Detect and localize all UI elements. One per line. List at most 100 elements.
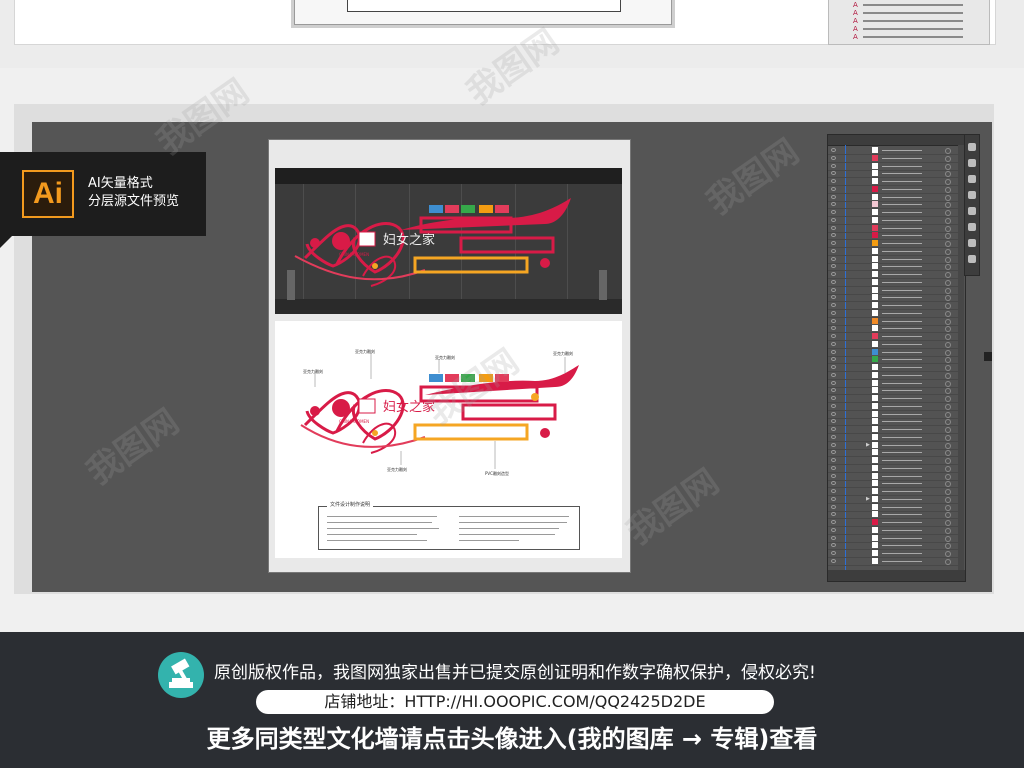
target-circle-icon[interactable] <box>945 365 951 371</box>
visibility-eye-icon[interactable] <box>831 512 836 517</box>
target-circle-icon[interactable] <box>945 287 951 294</box>
target-circle-icon[interactable] <box>945 303 951 309</box>
target-circle-icon[interactable] <box>945 241 951 247</box>
target-circle-icon[interactable] <box>945 148 951 154</box>
target-circle-icon[interactable] <box>945 427 951 433</box>
target-circle-icon[interactable] <box>945 504 951 511</box>
visibility-eye-icon[interactable] <box>831 543 836 548</box>
appearance-icon[interactable] <box>968 239 976 247</box>
layer-row[interactable] <box>828 557 958 566</box>
visibility-eye-icon[interactable] <box>831 504 836 509</box>
visibility-eye-icon[interactable] <box>831 326 836 331</box>
visibility-eye-icon[interactable] <box>831 450 836 455</box>
visibility-eye-icon[interactable] <box>831 496 836 501</box>
target-circle-icon[interactable] <box>945 481 951 488</box>
swatches-icon[interactable] <box>968 143 976 151</box>
layers-panel[interactable]: ▶ ▶ <box>827 134 966 582</box>
expand-arrow-icon[interactable]: ▶ <box>866 496 870 502</box>
target-circle-icon[interactable] <box>945 434 951 441</box>
target-circle-icon[interactable] <box>945 264 951 271</box>
target-circle-icon[interactable] <box>945 551 951 557</box>
target-circle-icon[interactable] <box>945 458 951 464</box>
visibility-eye-icon[interactable] <box>831 171 836 176</box>
visibility-eye-icon[interactable] <box>831 465 836 470</box>
target-circle-icon[interactable] <box>945 186 951 193</box>
target-circle-icon[interactable] <box>945 527 951 534</box>
visibility-eye-icon[interactable] <box>831 334 836 338</box>
visibility-eye-icon[interactable] <box>831 264 836 269</box>
visibility-eye-icon[interactable] <box>831 186 836 191</box>
visibility-eye-icon[interactable] <box>831 295 836 300</box>
visibility-eye-icon[interactable] <box>831 194 836 199</box>
visibility-eye-icon[interactable] <box>831 442 836 447</box>
visibility-eye-icon[interactable] <box>831 310 836 315</box>
stroke-icon[interactable] <box>968 223 976 231</box>
flag-icon[interactable] <box>968 175 976 183</box>
visibility-eye-icon[interactable] <box>831 520 836 524</box>
target-circle-icon[interactable] <box>945 411 951 418</box>
target-circle-icon[interactable] <box>945 341 951 348</box>
target-circle-icon[interactable] <box>945 419 951 426</box>
target-circle-icon[interactable] <box>945 388 951 395</box>
target-circle-icon[interactable] <box>945 520 951 526</box>
visibility-eye-icon[interactable] <box>831 272 836 276</box>
target-circle-icon[interactable] <box>945 310 951 317</box>
visibility-eye-icon[interactable] <box>831 434 836 439</box>
target-circle-icon[interactable] <box>945 248 951 255</box>
target-circle-icon[interactable] <box>945 202 951 209</box>
target-circle-icon[interactable] <box>945 473 951 480</box>
visibility-eye-icon[interactable] <box>831 419 836 424</box>
target-circle-icon[interactable] <box>945 558 951 565</box>
target-circle-icon[interactable] <box>945 543 951 550</box>
target-circle-icon[interactable] <box>945 357 951 364</box>
symbol-icon[interactable] <box>968 207 976 215</box>
visibility-eye-icon[interactable] <box>831 411 836 416</box>
target-circle-icon[interactable] <box>945 326 951 333</box>
target-circle-icon[interactable] <box>945 171 951 178</box>
brush-icon[interactable] <box>968 191 976 199</box>
visibility-eye-icon[interactable] <box>831 279 836 284</box>
target-circle-icon[interactable] <box>945 225 951 232</box>
visibility-eye-icon[interactable] <box>831 349 836 354</box>
panel-collapse-handle[interactable] <box>984 352 992 361</box>
visibility-eye-icon[interactable] <box>831 303 836 307</box>
target-circle-icon[interactable] <box>945 465 951 472</box>
visibility-eye-icon[interactable] <box>831 396 836 400</box>
target-circle-icon[interactable] <box>945 450 951 457</box>
transparency-icon[interactable] <box>968 255 976 263</box>
target-circle-icon[interactable] <box>945 279 951 286</box>
visibility-eye-icon[interactable] <box>831 558 836 563</box>
visibility-eye-icon[interactable] <box>831 458 836 462</box>
target-circle-icon[interactable] <box>945 233 951 240</box>
visibility-eye-icon[interactable] <box>831 427 836 431</box>
layers-icon[interactable] <box>968 159 976 167</box>
visibility-eye-icon[interactable] <box>831 481 836 486</box>
target-circle-icon[interactable] <box>945 380 951 387</box>
visibility-eye-icon[interactable] <box>831 527 836 532</box>
visibility-eye-icon[interactable] <box>831 233 836 238</box>
target-circle-icon[interactable] <box>945 179 951 185</box>
target-circle-icon[interactable] <box>945 403 951 410</box>
target-circle-icon[interactable] <box>945 535 951 542</box>
target-circle-icon[interactable] <box>945 256 951 263</box>
visibility-eye-icon[interactable] <box>831 403 836 408</box>
visibility-eye-icon[interactable] <box>831 225 836 230</box>
hammer-logo-icon[interactable] <box>158 652 204 698</box>
visibility-eye-icon[interactable] <box>831 202 836 207</box>
visibility-eye-icon[interactable] <box>831 248 836 253</box>
target-circle-icon[interactable] <box>945 372 951 379</box>
target-circle-icon[interactable] <box>945 210 951 216</box>
visibility-eye-icon[interactable] <box>831 473 836 478</box>
target-circle-icon[interactable] <box>945 334 951 340</box>
visibility-eye-icon[interactable] <box>831 380 836 385</box>
target-circle-icon[interactable] <box>945 489 951 495</box>
visibility-eye-icon[interactable] <box>831 372 836 377</box>
target-circle-icon[interactable] <box>945 155 951 162</box>
visibility-eye-icon[interactable] <box>831 179 836 183</box>
visibility-eye-icon[interactable] <box>831 241 836 245</box>
target-circle-icon[interactable] <box>945 318 951 325</box>
visibility-eye-icon[interactable] <box>831 287 836 292</box>
target-circle-icon[interactable] <box>945 396 951 402</box>
visibility-eye-icon[interactable] <box>831 551 836 555</box>
visibility-eye-icon[interactable] <box>831 256 836 261</box>
